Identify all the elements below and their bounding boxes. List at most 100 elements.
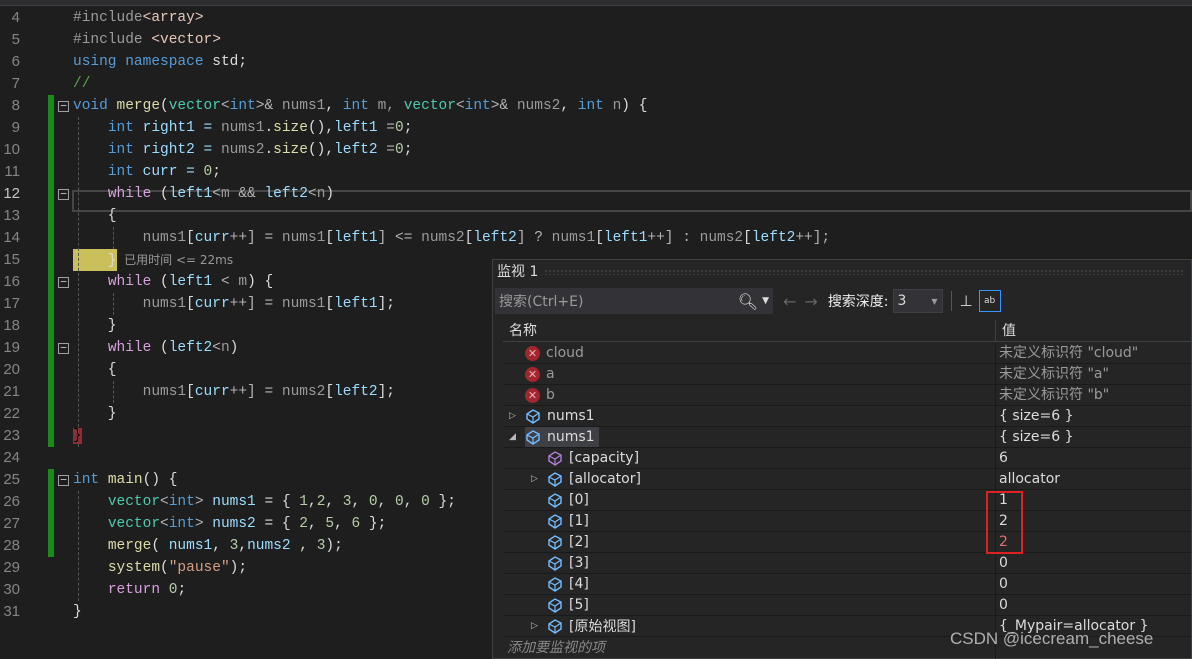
watch-title-bar[interactable]: 监视 1 bbox=[493, 260, 1191, 284]
watch-row-value[interactable]: 1 bbox=[996, 490, 1191, 510]
code-text: } bbox=[73, 315, 117, 337]
code-text: // bbox=[73, 73, 90, 95]
watch-row[interactable]: ✕ b 未定义标识符 "b" bbox=[503, 385, 1191, 406]
pin-icon[interactable]: ⊥ bbox=[960, 292, 973, 310]
line-number: 29 bbox=[3, 559, 20, 576]
watch-row[interactable]: [1] 2 bbox=[503, 511, 1191, 532]
add-watch-input[interactable]: 添加要监视的项 bbox=[503, 637, 996, 659]
variable-icon bbox=[547, 492, 563, 508]
code-token: left1 bbox=[334, 120, 378, 136]
watch-row[interactable]: ◢ nums1 { size=6 } bbox=[503, 427, 1191, 448]
watch-row[interactable]: ▷ [allocator] allocator bbox=[503, 469, 1191, 490]
code-token: , bbox=[334, 516, 352, 532]
drag-grip[interactable] bbox=[544, 269, 1185, 275]
watch-row-value[interactable]: 2 bbox=[996, 532, 1191, 552]
watch-row-value[interactable]: { size=6 } bbox=[996, 406, 1191, 426]
code-token: ( bbox=[160, 560, 169, 576]
watch-row[interactable]: [3] 0 bbox=[503, 553, 1191, 574]
code-text: { bbox=[73, 359, 117, 381]
code-token: ] ? bbox=[516, 230, 552, 246]
code-token: ++] = bbox=[229, 230, 282, 246]
watch-row-value[interactable]: 0 bbox=[996, 553, 1191, 573]
code-text: { bbox=[73, 205, 117, 227]
watch-row[interactable]: [0] 1 bbox=[503, 490, 1191, 511]
code-line[interactable]: 10 int right2 = nums2.size(),left2 =0; bbox=[0, 139, 1192, 161]
watch-row-label: [3] bbox=[547, 553, 593, 573]
code-line[interactable]: 9 int right1 = nums1.size(),left1 =0; bbox=[0, 117, 1192, 139]
watch-row-value[interactable]: allocator bbox=[996, 469, 1191, 489]
line-number: 24 bbox=[3, 449, 20, 466]
back-arrow-icon[interactable]: ← bbox=[783, 292, 796, 311]
watch-row-name-cell: ▷ [原始视图] bbox=[503, 616, 996, 636]
code-token: int bbox=[168, 516, 195, 532]
code-token: 0 bbox=[395, 142, 404, 158]
chevron-down-icon[interactable]: ▼ bbox=[762, 296, 769, 306]
code-token: ( bbox=[151, 186, 169, 202]
watch-row-label: nums1 bbox=[525, 427, 599, 447]
code-token: 1 bbox=[299, 494, 308, 510]
code-line[interactable]: 8 void merge(vector<int>& nums1, int m, v… bbox=[0, 95, 1192, 117]
watch-row-value[interactable]: 0 bbox=[996, 574, 1191, 594]
code-token: left1 bbox=[334, 230, 378, 246]
code-text: int right2 = nums2.size(),left2 =0; bbox=[73, 139, 413, 161]
watch-row[interactable]: [2] 2 bbox=[503, 532, 1191, 553]
watch-row[interactable]: [capacity] 6 bbox=[503, 448, 1191, 469]
collapse-icon[interactable]: ◢ bbox=[509, 432, 516, 442]
code-line[interactable]: 6 using namespace std; bbox=[0, 51, 1192, 73]
code-token: curr = bbox=[133, 164, 204, 180]
expand-icon[interactable]: ▷ bbox=[509, 411, 516, 421]
column-value[interactable]: 值 bbox=[996, 320, 1016, 341]
code-line[interactable]: 13 { bbox=[0, 205, 1192, 227]
watch-row[interactable]: ✕ a 未定义标识符 "a" bbox=[503, 364, 1191, 385]
code-line[interactable]: 14 nums1[curr++] = nums1[left1] <= nums2… bbox=[0, 227, 1192, 249]
forward-arrow-icon[interactable]: → bbox=[804, 292, 817, 311]
watch-row-value[interactable]: 未定义标识符 "b" bbox=[996, 385, 1191, 405]
code-line[interactable]: 4 #include<array> bbox=[0, 7, 1192, 29]
watch-row-value[interactable]: 0 bbox=[996, 595, 1191, 615]
watch-row[interactable]: ✕ cloud 未定义标识符 "cloud" bbox=[503, 343, 1191, 364]
code-token: 0 bbox=[203, 164, 213, 180]
highlight-box bbox=[986, 491, 1023, 554]
code-token: vector bbox=[403, 98, 456, 114]
code-text: while (left2<n) bbox=[73, 337, 239, 359]
watch-row-value[interactable]: 未定义标识符 "a" bbox=[996, 364, 1191, 384]
watch-row[interactable]: [4] 0 bbox=[503, 574, 1191, 595]
watch-row-value[interactable]: 未定义标识符 "cloud" bbox=[996, 343, 1191, 363]
expand-icon[interactable]: ▷ bbox=[531, 621, 538, 631]
watch-row-value[interactable]: { size=6 } bbox=[996, 427, 1191, 447]
search-icon[interactable]: 🔍︎ bbox=[738, 292, 758, 311]
code-text: while (left1<m && left2<n) bbox=[73, 183, 334, 205]
code-line[interactable]: 5 #include <vector> bbox=[0, 29, 1192, 51]
column-name[interactable]: 名称 bbox=[503, 320, 996, 341]
search-input[interactable]: 搜索(Ctrl+E) 🔍︎ ▼ bbox=[495, 288, 773, 314]
code-token: ++] = bbox=[229, 384, 282, 400]
watch-row-label: ✕ b bbox=[525, 385, 559, 405]
code-token: <vector> bbox=[151, 32, 221, 48]
code-token: nums2 bbox=[421, 230, 465, 246]
watch-row-label: [2] bbox=[547, 532, 593, 552]
code-token: int bbox=[107, 142, 134, 158]
expand-icon[interactable]: ▷ bbox=[531, 474, 538, 484]
code-line[interactable]: 12 while (left1<m && left2<n) bbox=[0, 183, 1192, 205]
watch-row[interactable]: [5] 0 bbox=[503, 595, 1191, 616]
line-number: 19 bbox=[3, 339, 20, 356]
code-token: > bbox=[194, 516, 213, 532]
code-token: m, bbox=[368, 98, 404, 114]
watch-row-value[interactable]: 2 bbox=[996, 511, 1191, 531]
watch-row[interactable]: ▷ nums1 { size=6 } bbox=[503, 406, 1191, 427]
code-token: 2 bbox=[299, 516, 308, 532]
code-line[interactable]: 7 // bbox=[0, 73, 1192, 95]
line-number: 23 bbox=[3, 427, 20, 444]
code-token: [ bbox=[595, 230, 604, 246]
code-line[interactable]: 11 int curr = 0; bbox=[0, 161, 1192, 183]
code-token: ; bbox=[403, 142, 413, 158]
code-token: { bbox=[73, 208, 117, 224]
watch-row-value[interactable]: 6 bbox=[996, 448, 1191, 468]
line-number: 10 bbox=[3, 141, 20, 158]
line-number: 6 bbox=[11, 53, 20, 70]
hex-display-icon[interactable]: ab bbox=[978, 290, 1001, 312]
code-token: } bbox=[73, 604, 82, 620]
search-depth-select[interactable]: 3 ▼ bbox=[892, 289, 943, 313]
code-token: left2 bbox=[473, 230, 517, 246]
